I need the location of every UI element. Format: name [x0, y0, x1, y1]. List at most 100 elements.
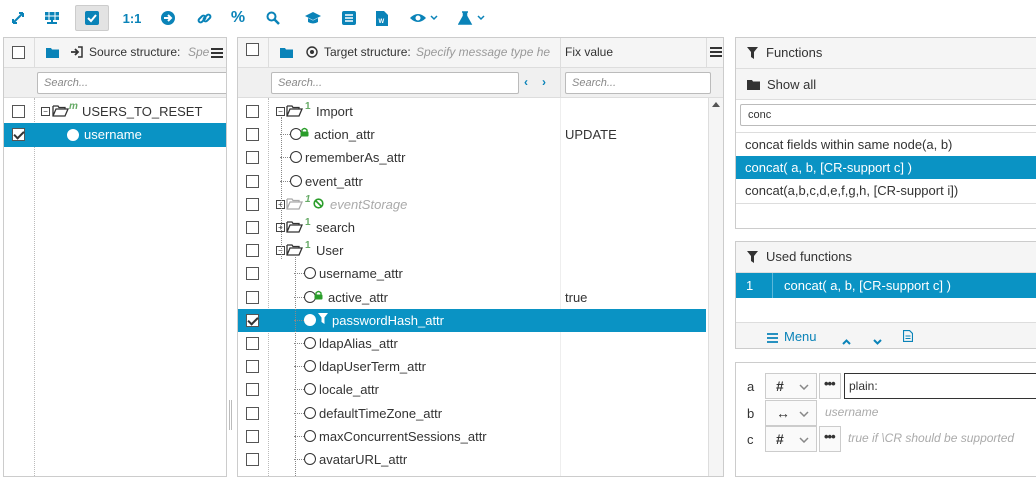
target-search-input[interactable]: Search... [271, 72, 519, 94]
row-checkbox[interactable] [246, 128, 259, 141]
attribute-node-icon [304, 314, 316, 326]
tree-node-label: username [84, 127, 142, 142]
row-checkbox[interactable] [246, 453, 259, 466]
target-select-all-checkbox[interactable] [246, 43, 259, 56]
tree-row[interactable]: maxConcurrentSessions_attr [238, 425, 706, 448]
menu-button[interactable]: Menu [784, 329, 817, 344]
parameter-value-input[interactable]: true if \CR should be supported [844, 426, 1036, 452]
fix-value-search-input[interactable]: Search... [565, 72, 711, 94]
tree-row[interactable]: ldapUserTerm_attr [238, 355, 706, 378]
parameter-type-select[interactable]: ↔ [765, 400, 817, 426]
row-checkbox[interactable] [12, 128, 25, 141]
tree-row[interactable]: ldapAlias_attr [238, 332, 706, 355]
flask-dropdown-icon[interactable] [456, 5, 490, 31]
row-checkbox[interactable] [246, 430, 259, 443]
row-checkbox[interactable] [246, 244, 259, 257]
scroll-up-arrow[interactable] [712, 102, 720, 107]
collapse-toggle[interactable]: − [276, 107, 285, 116]
row-checkbox[interactable] [246, 360, 259, 373]
function-filter-input[interactable]: conc [740, 104, 1036, 126]
target-header-label: Target structure: [324, 45, 411, 59]
tree-node-label: defaultTimeZone_attr [319, 406, 443, 421]
tree-row[interactable]: event_attr [238, 170, 706, 193]
parameter-type-select[interactable]: # [765, 373, 817, 399]
target-header-hint: Specify message type he [416, 45, 551, 59]
document-icon[interactable] [902, 329, 914, 345]
link-icon[interactable] [192, 5, 216, 31]
row-checkbox[interactable] [246, 151, 259, 164]
function-item[interactable]: concat(a,b,c,d,e,f,g,h, [CR-support i]) [736, 179, 1036, 202]
checkbox-toggle-icon[interactable] [75, 5, 109, 31]
move-up-icon[interactable] [842, 333, 851, 348]
folder-open-icon [286, 198, 303, 213]
tree-row-selected[interactable]: username [4, 123, 226, 147]
tree-row[interactable]: active_attr true [238, 286, 706, 309]
tree-node-label: action_attr [314, 127, 375, 142]
source-panel: Source structure: Spe Search... − m USER… [3, 37, 227, 477]
tree-row[interactable]: rememberAs_attr [238, 146, 706, 169]
parameter-options-button[interactable]: ••• [819, 373, 841, 399]
chevron-down-icon [799, 411, 809, 417]
list-icon[interactable] [337, 5, 361, 31]
scrollbar[interactable] [708, 98, 723, 476]
toolbar: 1:1 % W [0, 0, 1036, 36]
tree-row[interactable]: defaultTimeZone_attr [238, 402, 706, 425]
tree-row[interactable]: action_attr UPDATE [238, 123, 706, 146]
show-all-row[interactable]: Show all [736, 69, 1036, 100]
parameter-type-select[interactable]: # [765, 426, 817, 452]
splitter-handle[interactable] [229, 400, 232, 430]
search-prev-icon[interactable]: ‹ [524, 75, 528, 89]
attribute-node-icon [304, 453, 316, 465]
search-icon[interactable] [261, 5, 285, 31]
one-to-one-button[interactable]: 1:1 [118, 5, 146, 31]
functions-title: Functions [766, 45, 823, 60]
row-checkbox[interactable] [246, 407, 259, 420]
percent-button[interactable]: % [226, 5, 250, 31]
word-document-icon[interactable]: W [371, 5, 393, 31]
parameter-options-button[interactable]: ••• [819, 426, 841, 452]
arrow-right-circle-icon[interactable] [156, 5, 180, 31]
svg-text:W: W [379, 19, 385, 25]
fix-value-cell: UPDATE [565, 127, 617, 142]
row-checkbox[interactable] [246, 267, 259, 280]
move-down-icon[interactable] [873, 333, 882, 348]
row-checkbox[interactable] [246, 291, 259, 304]
tree-row[interactable]: username_attr [238, 262, 706, 285]
tree-row[interactable]: avatarURL_attr [238, 448, 706, 471]
search-next-icon[interactable]: › [542, 75, 546, 89]
function-item-selected[interactable]: concat( a, b, [CR-support c] ) [736, 156, 1036, 179]
graduation-cap-icon[interactable] [300, 5, 326, 31]
used-function-row[interactable]: 1 concat( a, b, [CR-support c] ) [736, 273, 1036, 298]
collapse-toggle[interactable]: − [41, 107, 50, 116]
view-eye-dropdown-icon[interactable] [406, 5, 442, 31]
row-checkbox[interactable] [246, 105, 259, 118]
source-select-all-checkbox[interactable] [12, 46, 25, 59]
parameter-value-input[interactable]: username [821, 400, 1036, 426]
row-checkbox[interactable] [246, 314, 259, 327]
tree-row[interactable]: locale_attr [238, 378, 706, 401]
function-item[interactable]: concat fields within same node(a, b) [736, 133, 1036, 156]
source-menu-icon[interactable] [211, 48, 223, 58]
network-icon[interactable] [40, 5, 64, 31]
row-checkbox[interactable] [246, 337, 259, 350]
tree-row[interactable]: − m USERS_TO_RESET [4, 100, 226, 123]
row-checkbox[interactable] [246, 221, 259, 234]
tree-row[interactable]: −1 User [238, 239, 706, 262]
tree-row[interactable]: − 1 Import [238, 100, 706, 123]
tree-row[interactable]: +1 search [238, 216, 706, 239]
parameter-value-input[interactable]: plain: [844, 373, 1036, 399]
row-checkbox[interactable] [246, 175, 259, 188]
lock-icon [314, 288, 323, 303]
expand-icon[interactable] [6, 5, 30, 31]
row-checkbox[interactable] [246, 383, 259, 396]
row-checkbox[interactable] [246, 198, 259, 211]
row-checkbox[interactable] [12, 105, 25, 118]
tree-row-selected[interactable]: passwordHash_attr [238, 309, 706, 332]
fix-value-header: Fix value [565, 45, 614, 59]
target-menu-icon[interactable] [710, 47, 722, 57]
source-search-input[interactable]: Search... [37, 72, 226, 94]
tree-row[interactable]: +1 eventStorage [238, 193, 706, 216]
tree-node-label: passwordHash_attr [332, 313, 444, 328]
filter-icon [747, 251, 758, 266]
parameter-row: b ↔ username [736, 400, 1036, 426]
